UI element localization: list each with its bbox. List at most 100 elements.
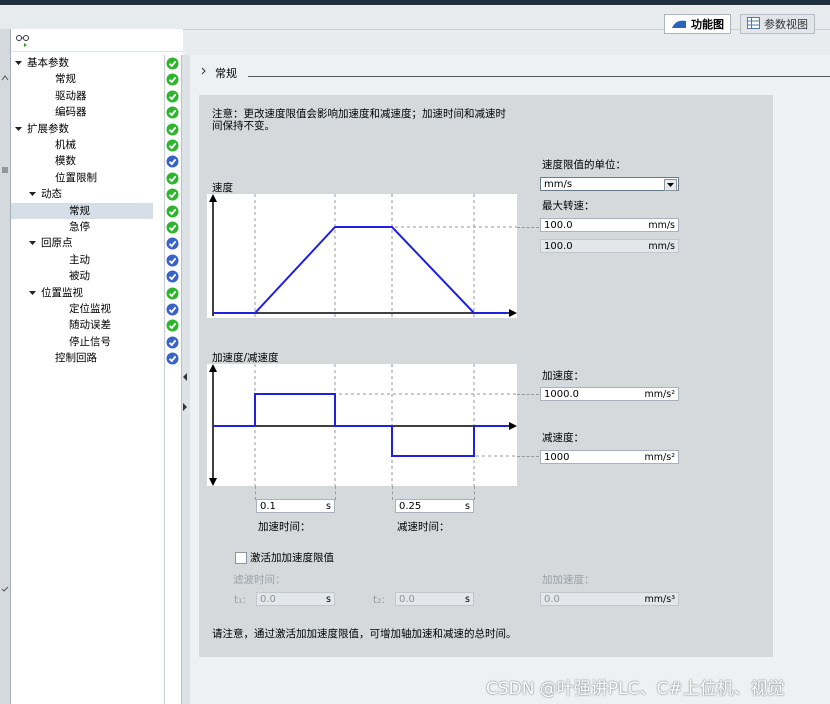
t1-label: t₁:: [234, 594, 246, 606]
tree-item[interactable]: 动态: [11, 186, 153, 202]
decel-time-value: 0.25: [399, 501, 422, 512]
accel-graph-label: 加速度/减速度: [212, 352, 279, 364]
jerk-field[interactable]: 0.0 mm/s³: [540, 592, 679, 606]
tree-item[interactable]: 主动: [11, 252, 153, 268]
tree-item[interactable]: 停止信号: [11, 334, 153, 350]
chevron-down-icon[interactable]: [664, 179, 677, 191]
left-dock-edge: [0, 29, 11, 704]
tree-item[interactable]: 随动误差: [11, 317, 153, 333]
tree-toolbar: [11, 29, 183, 52]
velocity-graph: [207, 194, 517, 318]
decel-time-field[interactable]: 0.25 s: [395, 499, 474, 513]
t2-value: 0.0: [399, 594, 415, 605]
tree-item[interactable]: 基本参数: [11, 55, 153, 71]
tree-item[interactable]: 编码器: [11, 104, 153, 120]
view-tab-strip: 功能图 参数视图: [0, 5, 830, 34]
accel-field[interactable]: 1000.0 mm/s²: [540, 387, 679, 401]
filter-time-label: 滤波时间：: [233, 574, 286, 586]
footer-note: 请注意，通过激活加加速度限值，可增加轴加速和减速的总时间。: [212, 628, 517, 640]
info-check-icon: [166, 336, 179, 349]
ok-check-icon: [166, 73, 179, 86]
speed-unit-dropdown[interactable]: mm/s: [540, 177, 679, 191]
tree-item[interactable]: 位置限制: [11, 170, 153, 186]
t1-field[interactable]: 0.0 s: [256, 592, 335, 606]
ok-check-icon: [166, 90, 179, 103]
tree-item[interactable]: 急停: [11, 219, 153, 235]
tree-item-label: 编码器: [55, 106, 87, 119]
tree-item[interactable]: 扩展参数: [11, 121, 153, 137]
accel-time-field[interactable]: 0.1 s: [256, 499, 335, 513]
acceleration-profile-line: [213, 393, 507, 457]
tree-item-label: 主动: [69, 253, 90, 266]
tree-item-label: 扩展参数: [27, 122, 69, 135]
tree-item[interactable]: 驱动器: [11, 88, 153, 104]
tree-item-label: 常规: [55, 73, 76, 86]
tree-item[interactable]: 定位监视: [11, 301, 153, 317]
tree-item[interactable]: 控制回路: [11, 350, 153, 366]
tree-item-label: 回原点: [41, 237, 73, 250]
glasses-icon[interactable]: [15, 33, 31, 50]
accel-time-leader-left: [255, 486, 257, 500]
accel-time-value: 0.1: [260, 501, 276, 512]
accel-time-unit: s: [326, 501, 331, 512]
decel-field[interactable]: 1000 mm/s²: [540, 450, 679, 464]
tree-item[interactable]: 机械: [11, 137, 153, 153]
tab-function-view[interactable]: 功能图: [664, 14, 731, 34]
t1-value: 0.0: [260, 594, 276, 605]
tree-item[interactable]: 模数: [11, 153, 153, 169]
ok-check-icon: [166, 106, 179, 119]
tree-item-label: 被动: [69, 270, 90, 283]
decel-time-unit: s: [465, 501, 470, 512]
t2-unit: s: [465, 594, 470, 605]
decel-label: 减速度：: [542, 432, 584, 444]
tree-item-label: 驱动器: [55, 89, 87, 102]
jerk-limit-checkbox[interactable]: [235, 552, 247, 564]
max-speed-leader: [517, 227, 539, 229]
tree-item[interactable]: 常规: [11, 202, 153, 219]
tree-separator: [164, 55, 165, 704]
tree-item-label: 模数: [55, 155, 76, 168]
parameter-view-icon: [747, 16, 760, 32]
tree-item-label: 常规: [69, 204, 90, 217]
tree-item[interactable]: 被动: [11, 268, 153, 284]
start-stop-speed-unit: mm/s: [648, 241, 675, 252]
ok-check-icon: [166, 205, 179, 218]
decel-unit: mm/s²: [644, 452, 675, 463]
section-title: 常规: [215, 67, 237, 80]
jerk-label: 加加速度：: [542, 574, 595, 586]
accel-time-leader-right: [335, 486, 337, 500]
tree-item[interactable]: 位置监视: [11, 285, 153, 301]
max-speed-label: 最大转速：: [542, 200, 595, 212]
decel-value: 1000: [544, 452, 570, 463]
accel-unit: mm/s²: [644, 389, 675, 400]
tree-item-label: 定位监视: [69, 303, 111, 315]
velocity-graph-label: 速度: [212, 182, 233, 194]
tree-item-label: 控制回路: [55, 352, 97, 365]
max-speed-field[interactable]: 100.0 mm/s: [540, 218, 679, 232]
jerk-limit-label: 激活加加速度限值: [250, 552, 334, 564]
acceleration-graph: [207, 364, 517, 486]
t2-field[interactable]: 0.0 s: [395, 592, 474, 606]
section-chevron-icon: [201, 67, 207, 78]
tab-parameter-view-label: 参数视图: [764, 18, 808, 31]
tree-item[interactable]: 回原点: [11, 235, 153, 251]
function-view-icon: [671, 17, 687, 32]
tab-function-view-label: 功能图: [691, 18, 724, 31]
start-stop-speed-value: 100.0: [544, 241, 573, 252]
start-stop-speed-field[interactable]: 100.0 mm/s: [540, 239, 679, 253]
watermark: CSDN @叶强讲PLC、C#上位机、视觉: [486, 679, 785, 699]
info-check-icon: [166, 270, 179, 283]
ok-check-icon: [166, 221, 179, 234]
tree-item-label: 动态: [41, 188, 62, 201]
tree-item[interactable]: 常规: [11, 71, 153, 87]
tree-item-label: 停止信号: [69, 335, 111, 348]
info-check-icon: [166, 254, 179, 267]
max-speed-unit: mm/s: [648, 220, 675, 231]
accel-leader: [517, 394, 539, 396]
decel-time-label: 减速时间：: [397, 521, 450, 533]
ok-check-icon: [166, 123, 179, 136]
t2-label: t₂:: [373, 594, 385, 606]
tab-parameter-view[interactable]: 参数视图: [740, 14, 815, 34]
speed-unit-label: 速度限值的单位：: [542, 159, 626, 171]
tree-item-label: 位置限制: [55, 171, 97, 184]
